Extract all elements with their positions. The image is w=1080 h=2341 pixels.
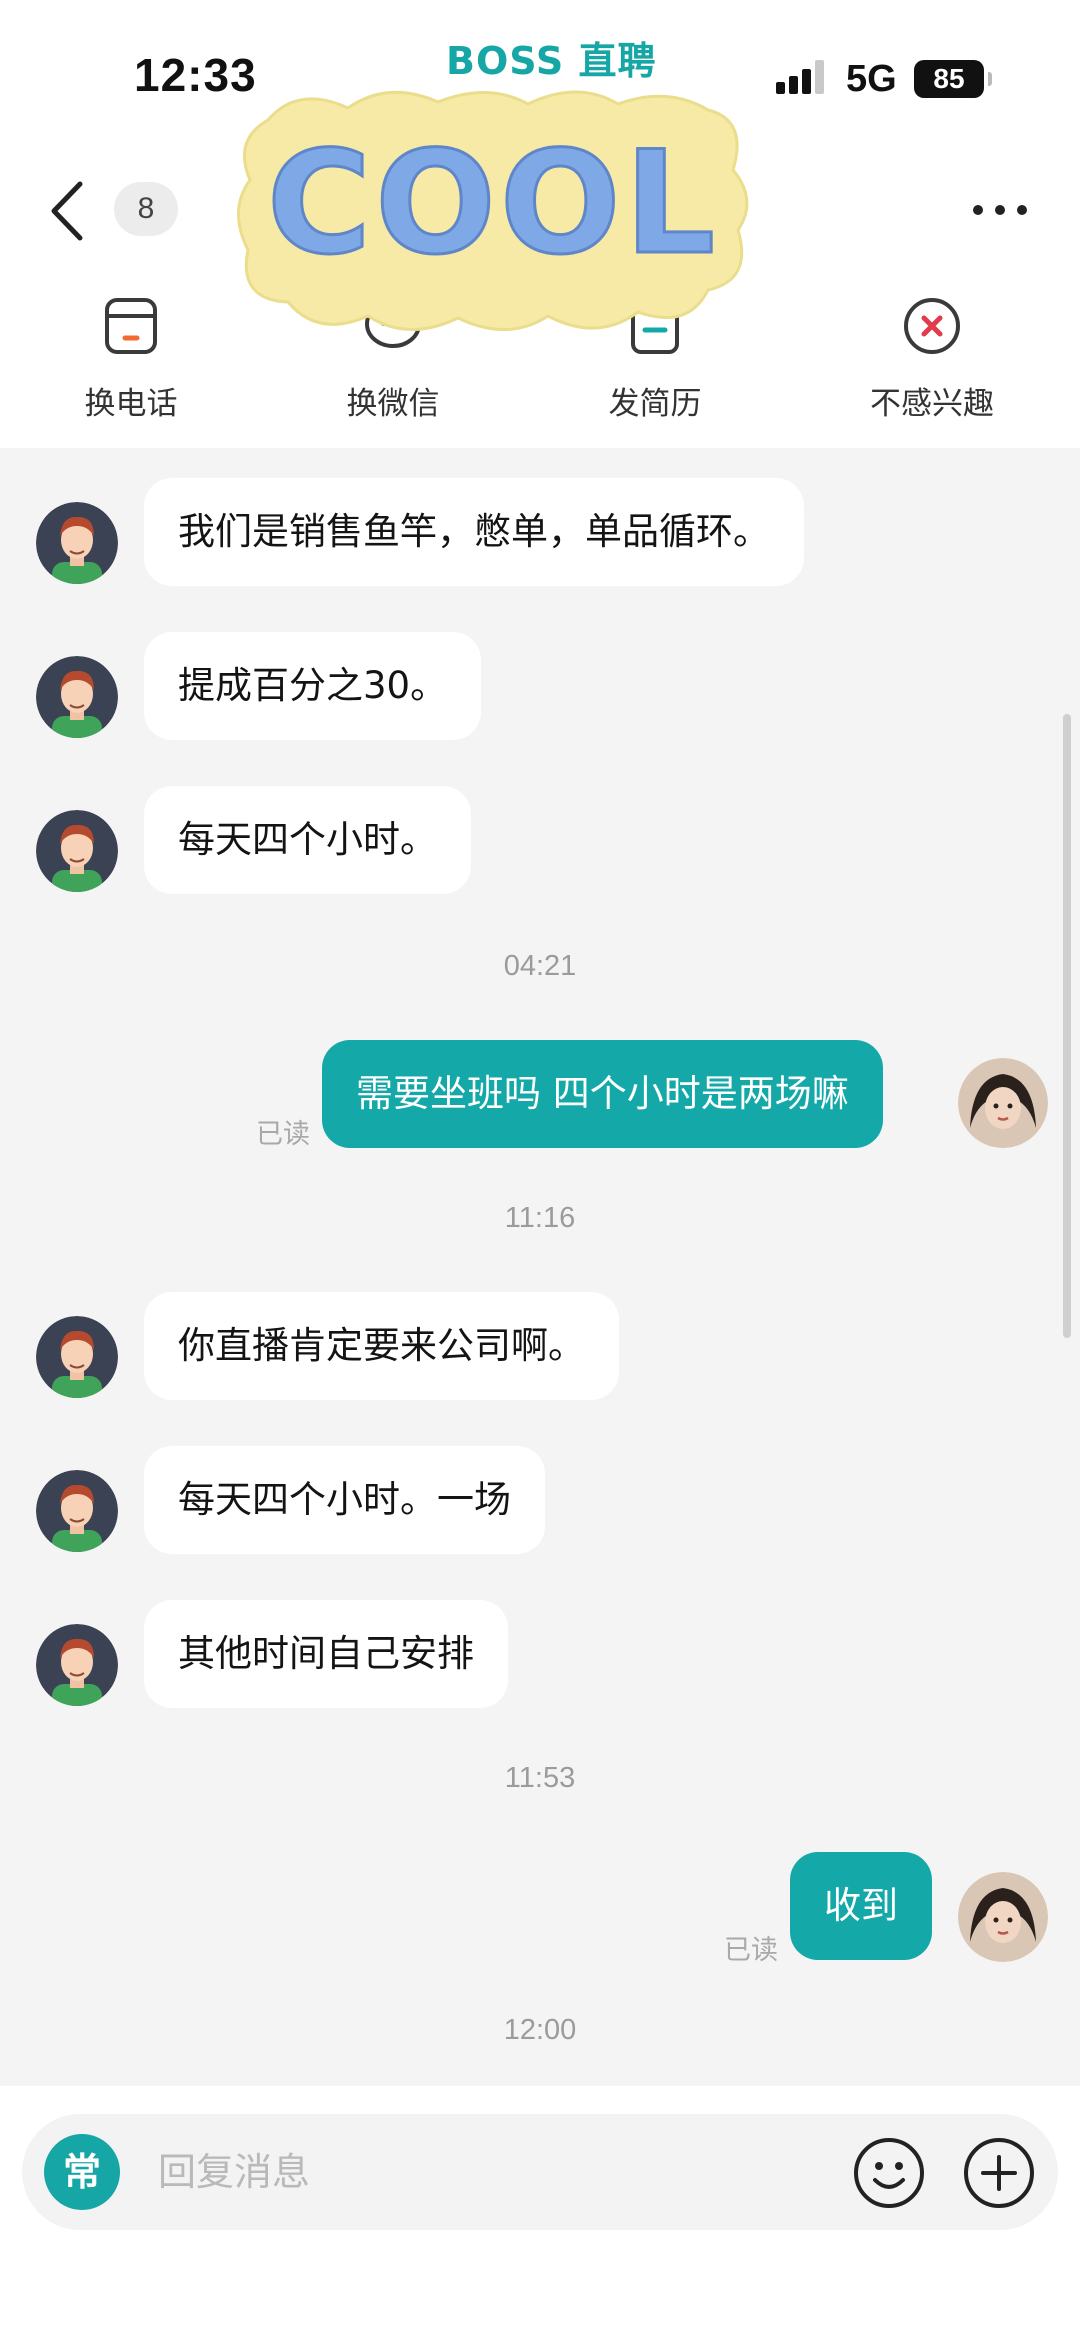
action-label: 换微信 xyxy=(346,386,440,422)
time-separator: 11:16 xyxy=(504,1202,576,1234)
message-bubble-outgoing[interactable]: 需要坐班吗 四个小时是两场嘛 xyxy=(322,1040,883,1148)
message-bubble-incoming[interactable]: 每天四个小时。一场 xyxy=(144,1446,545,1554)
recruiter-avatar[interactable] xyxy=(36,656,118,738)
battery-icon: 85 xyxy=(914,60,992,98)
more-dots-icon xyxy=(973,205,1027,215)
unread-count-badge[interactable]: 8 xyxy=(114,182,178,236)
more-options-button[interactable] xyxy=(970,192,1030,228)
read-status: 已读 xyxy=(724,1935,778,1966)
message-bubble-incoming[interactable]: 提成百分之30。 xyxy=(144,632,482,740)
chat-header: 12:33 BOSS 直聘 5G 85 8 换电话 换微信 发简历 不感兴趣 C… xyxy=(0,0,1080,448)
common-phrases-button[interactable]: 常 xyxy=(44,2134,120,2210)
phone-card-icon xyxy=(105,298,157,354)
message-bubble-incoming[interactable]: 你直播肯定要来公司啊。 xyxy=(144,1292,619,1400)
smiley-icon xyxy=(854,2138,924,2208)
composer-bar: 常 xyxy=(22,2114,1058,2230)
signal-icon xyxy=(776,60,826,94)
not-interested-icon xyxy=(904,298,960,354)
more-attachments-button[interactable] xyxy=(962,2136,1036,2210)
recruiter-avatar[interactable] xyxy=(36,1470,118,1552)
action-not-interested[interactable]: 不感兴趣 xyxy=(832,296,1032,426)
battery-level: 85 xyxy=(933,63,965,94)
composer-area: 常 xyxy=(0,2086,1080,2341)
action-label: 发简历 xyxy=(608,386,702,422)
back-button[interactable] xyxy=(44,176,94,246)
time-separator: 11:53 xyxy=(504,1762,576,1794)
recruiter-avatar[interactable] xyxy=(36,810,118,892)
cool-sticker: COOL xyxy=(237,90,749,331)
plus-icon xyxy=(964,2138,1034,2208)
network-type: 5G xyxy=(846,58,897,100)
scrollbar[interactable] xyxy=(1063,714,1071,1338)
action-label: 换电话 xyxy=(84,386,178,422)
message-bubble-incoming[interactable]: 其他时间自己安排 xyxy=(144,1600,508,1708)
recruiter-avatar[interactable] xyxy=(36,502,118,584)
emoji-button[interactable] xyxy=(852,2136,926,2210)
sticker-text: COOL xyxy=(267,121,719,286)
time-separator: 04:21 xyxy=(503,950,577,982)
chevron-left-icon xyxy=(51,181,83,241)
user-avatar[interactable] xyxy=(958,1058,1048,1148)
time-separator: 12:00 xyxy=(503,2014,577,2046)
reply-input[interactable] xyxy=(158,2138,818,2206)
recruiter-avatar[interactable] xyxy=(36,1316,118,1398)
app-brand: BOSS 直聘 xyxy=(446,39,657,83)
message-bubble-incoming[interactable]: 我们是销售鱼竿，憋单，单品循环。 xyxy=(144,478,804,586)
recruiter-avatar[interactable] xyxy=(36,1624,118,1706)
action-change-phone[interactable]: 换电话 xyxy=(31,296,231,426)
read-status: 已读 xyxy=(256,1119,310,1150)
user-avatar[interactable] xyxy=(958,1872,1048,1962)
message-bubble-outgoing[interactable]: 收到 xyxy=(790,1852,932,1960)
action-label: 不感兴趣 xyxy=(870,386,994,422)
message-bubble-incoming[interactable]: 每天四个小时。 xyxy=(144,786,471,894)
